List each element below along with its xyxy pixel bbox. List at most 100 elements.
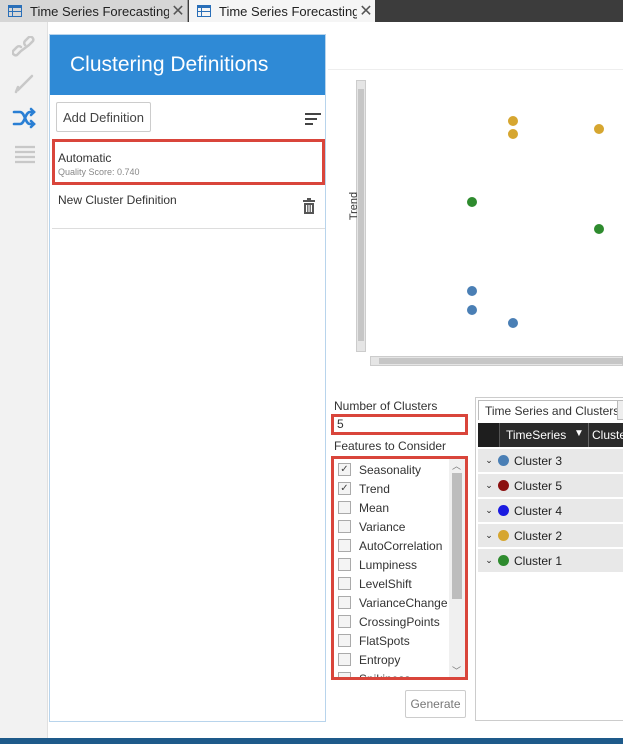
feature-label: Seasonality: [359, 462, 422, 477]
column-header-timeseries[interactable]: TimeSeries: [506, 428, 566, 442]
close-icon[interactable]: ✕: [357, 1, 375, 21]
feature-label: Spikiness: [359, 671, 411, 680]
table-icon: [197, 5, 211, 17]
scatter-point[interactable]: [467, 196, 477, 207]
cluster-row[interactable]: ⌄ Cluster 5: [478, 474, 623, 498]
features-list[interactable]: ✓ Seasonality ✓ Trend Mean Variance AutoCorrel…: [331, 456, 468, 680]
grid-header: TimeSeries ▼ Cluste: [478, 423, 623, 447]
tab-label: Time Series Forecasting...: [219, 3, 357, 19]
scatter-point[interactable]: [594, 223, 604, 234]
column-header-cluster[interactable]: Cluste: [592, 428, 623, 442]
feature-label: Variance: [359, 519, 406, 534]
cluster-color-dot: [498, 505, 509, 516]
close-icon[interactable]: ✕: [169, 1, 187, 21]
definition-item-new-cluster[interactable]: New Cluster Definition: [52, 185, 325, 229]
tab-next[interactable]: [617, 400, 623, 420]
expand-chevron-icon[interactable]: ⌄: [480, 505, 498, 516]
feature-item[interactable]: FlatSpots: [334, 631, 465, 650]
feature-checkbox[interactable]: [338, 577, 351, 590]
quality-score: Quality Score: 0.740: [58, 167, 140, 177]
cluster-row[interactable]: ⌄ Cluster 4: [478, 499, 623, 523]
feature-checkbox[interactable]: [338, 615, 351, 628]
feature-label: LevelShift: [359, 576, 412, 591]
cluster-label: Cluster 4: [514, 503, 563, 518]
feature-checkbox[interactable]: [338, 501, 351, 514]
feature-checkbox[interactable]: [338, 520, 351, 533]
list-icon[interactable]: [12, 142, 38, 166]
clustering-definitions-panel: Clustering Definitions Add Definition Au…: [49, 34, 326, 722]
expand-chevron-icon[interactable]: ⌄: [480, 480, 498, 491]
feature-item[interactable]: VarianceChange: [334, 593, 465, 612]
feature-checkbox[interactable]: [338, 672, 351, 677]
feature-item[interactable]: ✓ Seasonality: [334, 460, 465, 479]
expand-chevron-icon[interactable]: ⌄: [480, 530, 498, 541]
feature-item[interactable]: Entropy: [334, 650, 465, 669]
cluster-row[interactable]: ⌄ Cluster 1: [478, 549, 623, 573]
feature-label: VarianceChange: [359, 595, 448, 610]
definition-item-automatic[interactable]: Automatic Quality Score: 0.740: [52, 139, 325, 185]
panel-title: Clustering Definitions: [50, 35, 325, 95]
cluster-row[interactable]: ⌄ Cluster 2: [478, 524, 623, 548]
feature-item[interactable]: Mean: [334, 498, 465, 517]
expand-chevron-icon[interactable]: ⌄: [480, 455, 498, 466]
feature-item[interactable]: CrossingPoints: [334, 612, 465, 631]
feature-checkbox[interactable]: ✓: [338, 482, 351, 495]
feature-label: Mean: [359, 500, 390, 515]
tab-time-series-forecasting-1[interactable]: Time Series Forecasting... ✕: [0, 0, 188, 22]
scatter-point[interactable]: [508, 129, 518, 139]
chart-horizontal-scrollbar[interactable]: [370, 356, 623, 366]
document-tab-strip: Time Series Forecasting... ✕ Time Series…: [0, 0, 623, 22]
feature-label: FlatSpots: [359, 633, 410, 648]
feature-checkbox[interactable]: [338, 596, 351, 609]
cluster-color-dot: [498, 480, 509, 491]
link-icon[interactable]: [12, 36, 38, 60]
cluster-color-dot: [498, 555, 509, 566]
feature-checkbox[interactable]: [338, 558, 351, 571]
generate-button[interactable]: Generate: [405, 690, 466, 718]
feature-checkbox[interactable]: [338, 539, 351, 552]
definition-title: New Cluster Definition: [58, 193, 177, 207]
feature-label: AutoCorrelation: [359, 538, 443, 553]
feature-item[interactable]: AutoCorrelation: [334, 536, 465, 555]
cluster-row[interactable]: ⌄ Cluster 3: [478, 449, 623, 473]
features-label: Features to Consider: [334, 439, 447, 453]
feature-item[interactable]: Lumpiness: [334, 555, 465, 574]
cluster-settings: Number of Clusters 5 Features to Conside…: [328, 394, 473, 724]
scroll-down-icon[interactable]: ﹀: [452, 664, 461, 677]
cluster-color-dot: [498, 455, 509, 466]
add-definition-button[interactable]: Add Definition: [56, 102, 151, 132]
cluster-label: Cluster 1: [514, 553, 563, 568]
feature-checkbox[interactable]: [338, 634, 351, 647]
feature-checkbox[interactable]: [338, 653, 351, 666]
scatter-point[interactable]: [508, 318, 518, 328]
feature-label: Trend: [359, 481, 390, 496]
tab-time-series-forecasting-2[interactable]: Time Series Forecasting... ✕: [189, 0, 375, 22]
tab-time-series-clusters[interactable]: Time Series and Clusters: [478, 400, 623, 420]
feature-checkbox[interactable]: ✓: [338, 463, 351, 476]
pencil-icon[interactable]: [12, 70, 38, 94]
feature-label: CrossingPoints: [359, 614, 440, 629]
trash-icon[interactable]: [303, 198, 315, 214]
scatter-point[interactable]: [508, 115, 518, 126]
shuffle-icon[interactable]: [12, 106, 38, 130]
cluster-label: Cluster 3: [514, 453, 563, 468]
tab-label: Time Series Forecasting...: [30, 3, 169, 19]
scroll-up-icon[interactable]: ︿: [452, 459, 461, 472]
y-axis-label: Trend: [348, 191, 360, 221]
scatter-point[interactable]: [467, 304, 477, 315]
sort-icon[interactable]: [305, 113, 321, 125]
number-of-clusters-input[interactable]: 5: [331, 414, 468, 435]
feature-item[interactable]: Spikiness: [334, 669, 465, 680]
feature-item[interactable]: Variance: [334, 517, 465, 536]
table-icon: [8, 5, 22, 17]
definition-title: Automatic: [58, 151, 112, 165]
expand-chevron-icon[interactable]: ⌄: [480, 555, 498, 566]
filter-icon[interactable]: ▼: [574, 428, 584, 439]
scatter-point[interactable]: [594, 123, 604, 134]
features-scrollbar[interactable]: ︿ ﹀: [449, 459, 465, 677]
scatter-point[interactable]: [467, 285, 477, 296]
feature-item[interactable]: LevelShift: [334, 574, 465, 593]
feature-label: Lumpiness: [359, 557, 418, 572]
feature-item[interactable]: ✓ Trend: [334, 479, 465, 498]
time-series-clusters-panel: Time Series and Clusters TimeSeries ▼ Cl…: [475, 397, 623, 721]
